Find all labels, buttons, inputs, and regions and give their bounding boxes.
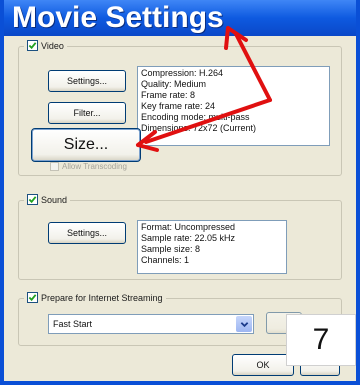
allow-transcoding-checkbox[interactable]: Allow Transcoding bbox=[50, 162, 127, 171]
video-info-box: Compression: H.264 Quality: Medium Frame… bbox=[137, 66, 330, 146]
size-button[interactable]: Size... bbox=[31, 128, 141, 162]
sound-info-line: Channels: 1 bbox=[141, 255, 190, 265]
checkmark-icon bbox=[28, 42, 37, 50]
chevron-down-icon[interactable] bbox=[236, 316, 252, 332]
sound-info-line: Sample size: 8 bbox=[141, 244, 201, 254]
title-bar[interactable]: Movie Settings bbox=[4, 0, 356, 36]
video-info-line: Compression: H.264 bbox=[141, 68, 224, 78]
video-settings-button[interactable]: Settings... bbox=[48, 70, 126, 92]
video-label: Video bbox=[41, 40, 64, 51]
video-info-line: Quality: Medium bbox=[141, 79, 207, 89]
sound-legend: Sound bbox=[24, 194, 71, 205]
sound-info-line: Sample rate: 22.05 kHz bbox=[141, 233, 236, 243]
ok-button[interactable]: OK bbox=[232, 354, 294, 376]
video-legend: Video bbox=[24, 40, 67, 51]
streaming-method-value: Fast Start bbox=[53, 319, 93, 329]
sound-info-box: Format: Uncompressed Sample rate: 22.05 … bbox=[137, 220, 287, 274]
video-info-line: Frame rate: 8 bbox=[141, 90, 196, 100]
video-info-line: Key frame rate: 24 bbox=[141, 101, 216, 111]
sound-settings-button[interactable]: Settings... bbox=[48, 222, 126, 244]
streaming-method-select[interactable]: Fast Start bbox=[48, 314, 254, 334]
streaming-label: Prepare for Internet Streaming bbox=[41, 292, 163, 303]
window-title: Movie Settings bbox=[12, 1, 224, 34]
sound-info-line: Format: Uncompressed bbox=[141, 222, 236, 232]
checkmark-icon bbox=[28, 294, 37, 302]
video-info-line: Dimensions: 72x72 (Current) bbox=[141, 123, 257, 133]
video-filter-button[interactable]: Filter... bbox=[48, 102, 126, 124]
transcoding-box bbox=[50, 162, 59, 171]
allow-transcoding-label: Allow Transcoding bbox=[62, 162, 127, 171]
chevron-down-glyph bbox=[240, 321, 248, 327]
video-info-line: Encoding mode: multi-pass bbox=[141, 112, 250, 122]
checkmark-icon bbox=[28, 196, 37, 204]
streaming-legend: Prepare for Internet Streaming bbox=[24, 292, 166, 303]
sound-checkbox[interactable] bbox=[27, 194, 38, 205]
movie-settings-dialog: Movie Settings Video Settings... Filter.… bbox=[0, 0, 360, 385]
sound-label: Sound bbox=[41, 194, 68, 205]
video-checkbox[interactable] bbox=[27, 40, 38, 51]
step-number-badge: 7 bbox=[286, 314, 356, 366]
streaming-checkbox[interactable] bbox=[27, 292, 38, 303]
